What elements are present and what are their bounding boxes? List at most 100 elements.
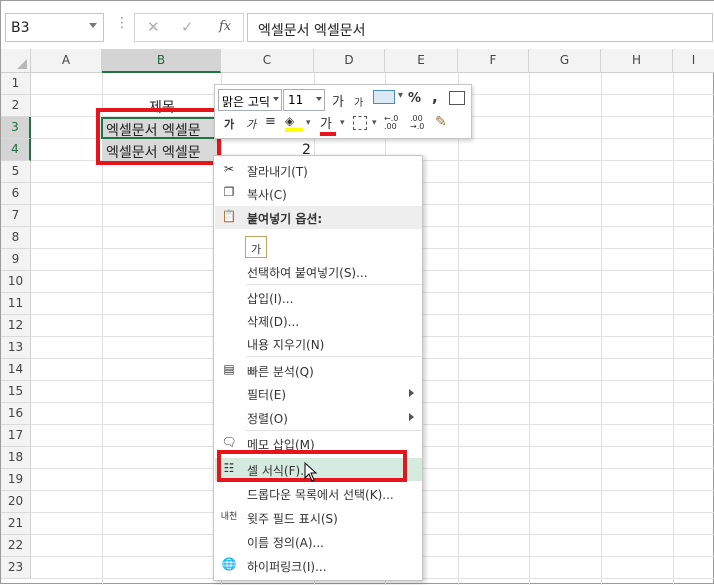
context-menu: ✂ 잘라내기(T) ❐ 복사(C) 📋 붙여넣기 옵션: 가 선택하여 붙여넣기… <box>213 155 423 581</box>
bold-button[interactable]: 가 <box>224 116 234 132</box>
row-header-13[interactable]: 13 <box>1 337 31 359</box>
font-color-button[interactable]: 가 <box>320 113 336 136</box>
menu-item-paste-special[interactable]: 선택하여 붙여넣기(S)... <box>215 260 422 283</box>
insert-function-button[interactable]: fx <box>219 19 231 34</box>
menu-item-label: 삭제(D)... <box>247 315 300 329</box>
row-header-20[interactable]: 20 <box>1 491 31 513</box>
row-header-12[interactable]: 12 <box>1 315 31 337</box>
name-box-value: B3 <box>11 20 30 36</box>
copy-icon: ❐ <box>223 185 235 199</box>
percent-button[interactable]: % <box>408 91 421 106</box>
decrease-decimal-button[interactable]: .00 →.0 <box>410 115 432 131</box>
mouse-cursor-icon <box>304 462 318 482</box>
font-name-value: 맑은 고딕 <box>222 95 270 109</box>
italic-button[interactable]: 가 <box>246 116 256 132</box>
column-header-a[interactable]: A <box>31 49 102 73</box>
chevron-down-icon[interactable]: ▾ <box>340 118 345 128</box>
row-header-5[interactable]: 5 <box>1 161 31 183</box>
menu-item-label: 윗주 필드 표시(S) <box>247 512 338 526</box>
row-header-8[interactable]: 8 <box>1 227 31 249</box>
format-painter-icon[interactable]: ✎ <box>435 114 447 130</box>
menu-item-cut[interactable]: ✂ 잘라내기(T) <box>215 159 422 182</box>
phonetic-icon: 내천 <box>220 512 238 522</box>
menu-item-define-name[interactable]: 이름 정의(A)... <box>215 530 422 553</box>
menu-item-label: 내용 지우기(N) <box>247 338 325 352</box>
column-header-d[interactable]: D <box>314 49 385 73</box>
paste-option-button[interactable]: 가 <box>215 232 422 260</box>
chevron-down-icon[interactable]: ▾ <box>398 90 403 101</box>
chevron-right-icon <box>409 389 414 397</box>
chevron-down-icon[interactable] <box>273 97 279 101</box>
row-header-18[interactable]: 18 <box>1 447 31 469</box>
select-all-button[interactable] <box>1 49 31 73</box>
row-header-14[interactable]: 14 <box>1 359 31 381</box>
row-header-1[interactable]: 1 <box>1 73 31 95</box>
formula-input[interactable]: 엑셀문서 엑셀문서 <box>247 13 713 42</box>
row-header-7[interactable]: 7 <box>1 205 31 227</box>
comma-button[interactable]: , <box>432 88 438 106</box>
increase-decimal-button[interactable]: ←.0 .00 <box>384 115 406 131</box>
formula-bar: B3 ⋮ ✕ ✓ fx 엑셀문서 엑셀문서 <box>1 1 714 53</box>
font-size-box[interactable]: 11 <box>283 89 325 111</box>
font-size-value: 11 <box>288 93 304 107</box>
enter-icon[interactable]: ✓ <box>181 18 194 36</box>
column-header-g[interactable]: G <box>529 49 601 73</box>
menu-item-label: 정렬(O) <box>247 412 288 426</box>
row-header-22[interactable]: 22 <box>1 535 31 557</box>
fill-color-icon[interactable]: ◈ <box>285 114 303 132</box>
column-header-f[interactable]: F <box>458 49 529 73</box>
menu-item-label: 빠른 분석(Q) <box>247 365 314 379</box>
menu-item-pick-from-list[interactable]: 드롭다운 목록에서 선택(K)... <box>215 482 422 505</box>
column-header-h[interactable]: H <box>601 49 673 73</box>
column-header-i[interactable]: I <box>673 49 714 73</box>
row-header-21[interactable]: 21 <box>1 513 31 535</box>
menu-item-sort[interactable]: 정렬(O) <box>215 406 422 429</box>
hyperlink-icon: 🌐 <box>221 557 237 571</box>
increase-font-button[interactable]: 가 <box>332 91 344 110</box>
row-header-2[interactable]: 2 <box>1 95 31 117</box>
row-header-3[interactable]: 3 <box>1 117 31 139</box>
menu-item-filter[interactable]: 필터(E) <box>215 382 422 405</box>
row-header-9[interactable]: 9 <box>1 249 31 271</box>
menu-item-copy[interactable]: ❐ 복사(C) <box>215 182 422 205</box>
menu-item-delete[interactable]: 삭제(D)... <box>215 309 422 332</box>
name-box[interactable]: B3 <box>5 13 104 42</box>
menu-item-quick-analysis[interactable]: ▤ 빠른 분석(Q) <box>215 359 422 382</box>
column-header-e[interactable]: E <box>385 49 458 73</box>
column-header-c[interactable]: C <box>221 49 314 73</box>
row-header-6[interactable]: 6 <box>1 183 31 205</box>
highlight-box-cells <box>96 108 221 165</box>
row-header-19[interactable]: 19 <box>1 469 31 491</box>
chevron-down-icon[interactable] <box>316 97 322 101</box>
chevron-down-icon[interactable] <box>89 23 97 28</box>
scissors-icon: ✂ <box>223 162 235 176</box>
align-center-icon[interactable]: ≡ <box>265 114 276 129</box>
row-header-10[interactable]: 10 <box>1 271 31 293</box>
decrease-font-button[interactable]: 가 <box>354 94 363 109</box>
menu-item-label: 이름 정의(A)... <box>247 536 324 550</box>
more-icon: ⋮ <box>115 15 129 31</box>
chevron-down-icon[interactable]: ▾ <box>306 118 311 128</box>
comment-icon: 🗨 <box>221 435 237 449</box>
row-header-16[interactable]: 16 <box>1 403 31 425</box>
format-table-icon[interactable] <box>449 91 465 105</box>
cancel-icon[interactable]: ✕ <box>147 18 160 36</box>
borders-icon[interactable] <box>353 116 367 130</box>
row-header-23[interactable]: 23 <box>1 557 31 579</box>
menu-item-hyperlink[interactable]: 🌐 하이퍼링크(I)... <box>215 554 422 577</box>
paste-option-icon: 가 <box>245 236 267 258</box>
menu-item-phonetic-field[interactable]: 내천 윗주 필드 표시(S) <box>215 506 422 529</box>
row-header-4[interactable]: 4 <box>1 139 31 161</box>
menu-item-clear-contents[interactable]: 내용 지우기(N) <box>215 332 422 355</box>
row-header-11[interactable]: 11 <box>1 293 31 315</box>
mini-toolbar: 맑은 고딕 11 가 가 ▾ % , 가 가 ≡ ◈ ▾ 가 ▾ ▾ ←.0 .… <box>214 84 472 139</box>
paste-icon: 📋 <box>221 209 237 223</box>
column-header-b[interactable]: B <box>102 49 221 73</box>
accounting-format-icon[interactable] <box>373 90 395 104</box>
row-header-17[interactable]: 17 <box>1 425 31 447</box>
menu-item-insert[interactable]: 삽입(I)... <box>215 286 422 309</box>
menu-item-label: 잘라내기(T) <box>247 165 308 179</box>
chevron-down-icon[interactable]: ▾ <box>372 118 377 128</box>
font-name-box[interactable]: 맑은 고딕 <box>218 89 282 111</box>
row-header-15[interactable]: 15 <box>1 381 31 403</box>
